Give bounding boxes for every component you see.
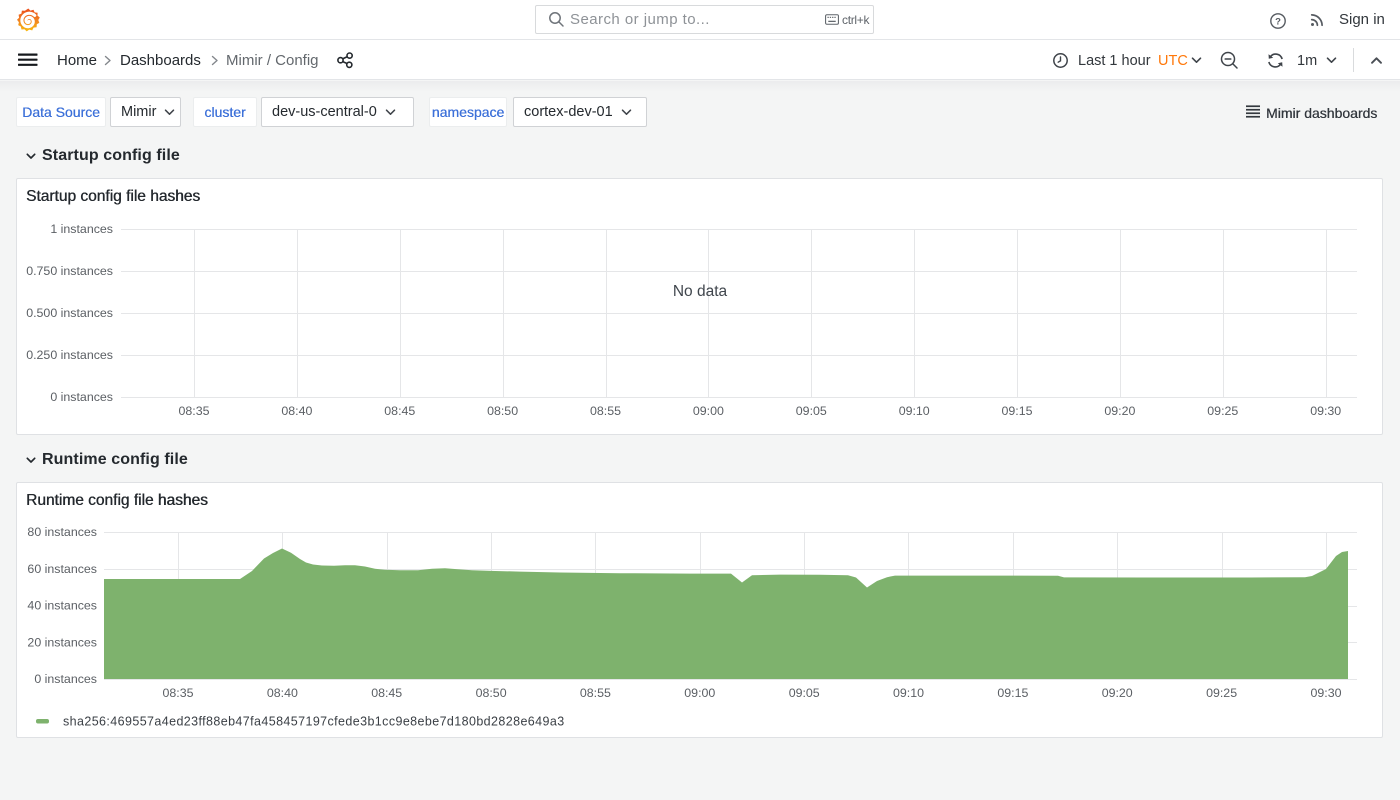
svg-text:09:00: 09:00 xyxy=(693,404,724,418)
svg-text:09:10: 09:10 xyxy=(899,404,930,418)
svg-text:08:35: 08:35 xyxy=(178,404,209,418)
svg-text:20 instances: 20 instances xyxy=(27,635,97,649)
svg-text:09:00: 09:00 xyxy=(684,686,715,700)
svg-text:08:40: 08:40 xyxy=(267,686,298,700)
svg-text:0.250 instances: 0.250 instances xyxy=(26,348,113,362)
svg-text:80 instances: 80 instances xyxy=(27,525,97,539)
svg-text:?: ? xyxy=(1275,16,1281,27)
svg-text:0.750 instances: 0.750 instances xyxy=(26,264,113,278)
svg-text:09:15: 09:15 xyxy=(1001,404,1032,418)
svg-text:08:45: 08:45 xyxy=(384,404,415,418)
svg-text:09:15: 09:15 xyxy=(997,686,1028,700)
svg-text:09:20: 09:20 xyxy=(1102,686,1133,700)
svg-text:No data: No data xyxy=(673,283,728,300)
svg-text:09:05: 09:05 xyxy=(789,686,820,700)
svg-text:09:10: 09:10 xyxy=(893,686,924,700)
svg-text:08:50: 08:50 xyxy=(487,404,518,418)
svg-text:08:45: 08:45 xyxy=(371,686,402,700)
svg-text:sha256:469557a4ed23ff88eb47fa4: sha256:469557a4ed23ff88eb47fa458457197cf… xyxy=(63,715,565,729)
svg-text:08:55: 08:55 xyxy=(580,686,611,700)
svg-text:60 instances: 60 instances xyxy=(27,562,97,576)
svg-text:09:25: 09:25 xyxy=(1206,686,1237,700)
svg-text:09:25: 09:25 xyxy=(1207,404,1238,418)
svg-text:08:40: 08:40 xyxy=(281,404,312,418)
svg-text:0 instances: 0 instances xyxy=(50,390,113,404)
svg-text:0 instances: 0 instances xyxy=(34,672,97,686)
svg-text:09:05: 09:05 xyxy=(796,404,827,418)
svg-text:08:35: 08:35 xyxy=(162,686,193,700)
svg-text:40 instances: 40 instances xyxy=(27,599,97,613)
svg-text:08:55: 08:55 xyxy=(590,404,621,418)
svg-text:09:30: 09:30 xyxy=(1310,686,1341,700)
svg-text:1 instances: 1 instances xyxy=(50,222,113,236)
svg-text:09:20: 09:20 xyxy=(1104,404,1135,418)
svg-text:08:50: 08:50 xyxy=(476,686,507,700)
svg-text:0.500 instances: 0.500 instances xyxy=(26,306,113,320)
svg-text:09:30: 09:30 xyxy=(1310,404,1341,418)
